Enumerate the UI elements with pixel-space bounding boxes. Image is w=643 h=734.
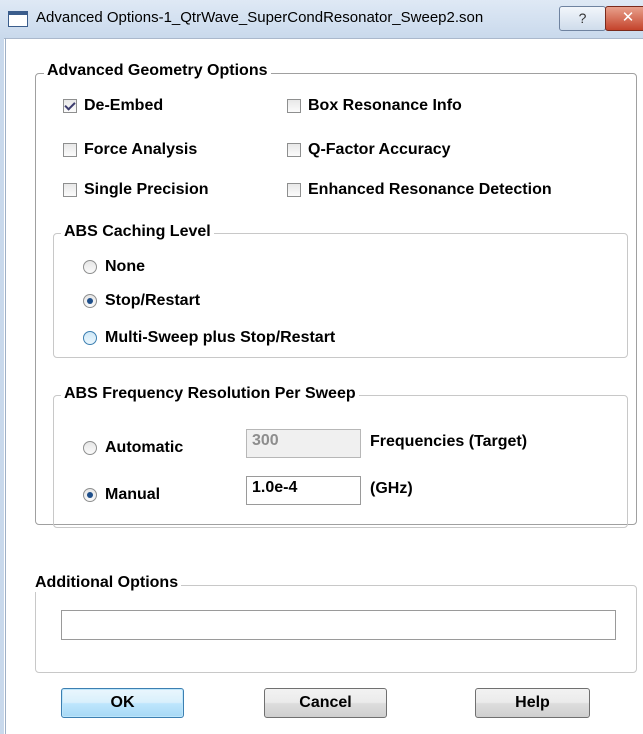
- cancel-button[interactable]: Cancel: [264, 688, 387, 718]
- window-border: [0, 38, 4, 734]
- manual-resolution-input[interactable]: 1.0e-4: [246, 476, 361, 505]
- resolution-manual-radio[interactable]: Manual: [83, 486, 160, 504]
- single-precision-check-icon[interactable]: [63, 183, 77, 197]
- caching-stop-restart-radio-icon[interactable]: [83, 294, 97, 308]
- resolution-manual-radio-icon[interactable]: [83, 488, 97, 502]
- advanced-geometry-title: Advanced Geometry Options: [44, 62, 271, 80]
- resolution-automatic-label: Automatic: [105, 439, 184, 456]
- q-factor-check-icon[interactable]: [287, 143, 301, 157]
- abs-caching-title: ABS Caching Level: [61, 223, 214, 241]
- additional-options-input[interactable]: [61, 610, 616, 640]
- automatic-unit-label: Frequencies (Target): [370, 433, 528, 450]
- single-precision-checkbox[interactable]: Single Precision: [63, 181, 208, 199]
- de-embed-label: De-Embed: [84, 97, 164, 114]
- additional-options-title: Additional Options: [32, 574, 182, 592]
- caching-none-radio-icon[interactable]: [83, 260, 97, 274]
- force-analysis-checkbox[interactable]: Force Analysis: [63, 141, 197, 159]
- enhanced-resonance-checkbox[interactable]: Enhanced Resonance Detection: [287, 181, 552, 199]
- single-precision-label: Single Precision: [84, 181, 209, 198]
- box-resonance-label: Box Resonance Info: [308, 97, 462, 114]
- caching-multi-sweep-label: Multi-Sweep plus Stop/Restart: [105, 329, 336, 346]
- automatic-frequencies-input[interactable]: 300: [246, 429, 361, 458]
- de-embed-checkbox[interactable]: De-Embed: [63, 97, 163, 115]
- resolution-automatic-radio[interactable]: Automatic: [83, 439, 183, 457]
- ok-button[interactable]: OK: [61, 688, 184, 718]
- force-analysis-check-icon[interactable]: [63, 143, 77, 157]
- caching-none-radio[interactable]: None: [83, 258, 145, 276]
- caching-stop-restart-radio[interactable]: Stop/Restart: [83, 292, 200, 310]
- help-button[interactable]: Help: [475, 688, 590, 718]
- box-resonance-checkbox[interactable]: Box Resonance Info: [287, 97, 462, 115]
- abs-resolution-group: [53, 395, 628, 528]
- q-factor-label: Q-Factor Accuracy: [308, 141, 451, 158]
- window-border-inner: [5, 38, 6, 734]
- manual-unit-label: (GHz): [370, 480, 413, 497]
- caching-multi-sweep-radio-icon[interactable]: [83, 331, 97, 345]
- enhanced-resonance-check-icon[interactable]: [287, 183, 301, 197]
- caching-none-label: None: [105, 258, 145, 275]
- window-title: Advanced Options-1_QtrWave_SuperCondReso…: [36, 9, 484, 26]
- force-analysis-label: Force Analysis: [84, 141, 198, 158]
- title-bar[interactable]: Advanced Options-1_QtrWave_SuperCondReso…: [0, 0, 643, 39]
- q-factor-checkbox[interactable]: Q-Factor Accuracy: [287, 141, 451, 159]
- box-resonance-check-icon[interactable]: [287, 99, 301, 113]
- resolution-manual-label: Manual: [105, 486, 161, 503]
- caching-stop-restart-label: Stop/Restart: [105, 292, 201, 309]
- app-window-icon: [8, 11, 28, 27]
- abs-resolution-title: ABS Frequency Resolution Per Sweep: [61, 385, 359, 403]
- de-embed-check-icon[interactable]: [63, 99, 77, 113]
- close-button[interactable]: ✕: [605, 6, 643, 31]
- enhanced-resonance-label: Enhanced Resonance Detection: [308, 181, 552, 198]
- resolution-automatic-radio-icon[interactable]: [83, 441, 97, 455]
- title-help-button[interactable]: ?: [559, 6, 606, 31]
- caching-multi-sweep-radio[interactable]: Multi-Sweep plus Stop/Restart: [83, 329, 335, 347]
